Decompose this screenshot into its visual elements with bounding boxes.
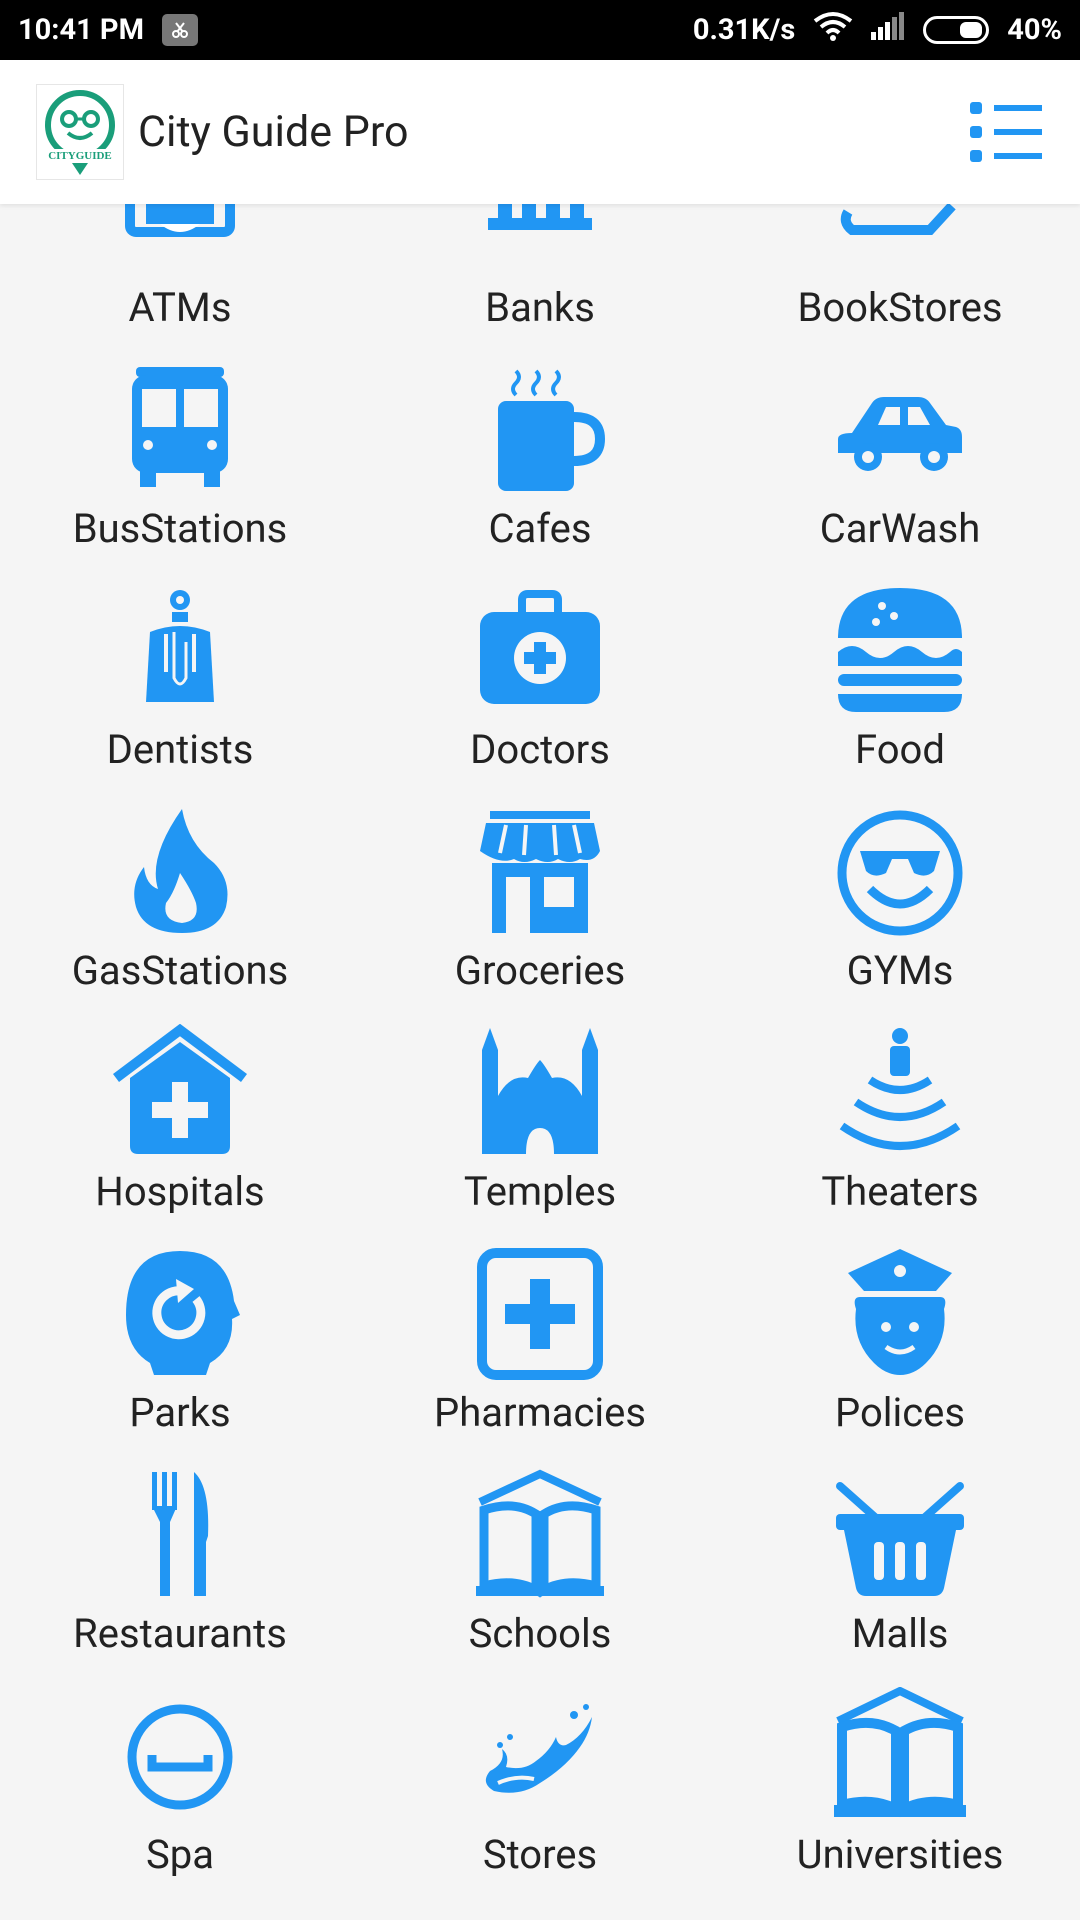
category-label: Theaters [821, 1168, 979, 1215]
signal-icon [871, 12, 905, 48]
bus-icon [132, 367, 228, 487]
category-hospitals[interactable]: Hospitals [0, 1024, 360, 1245]
app-logo: CITYGUIDE [36, 84, 124, 180]
medkit-icon [480, 590, 600, 704]
status-bar: 10:41 PM 0.31K/s 40% [0, 0, 1080, 60]
category-label: Cafes [488, 505, 592, 552]
coffee-icon [498, 369, 606, 491]
category-label: Banks [485, 284, 595, 331]
books-icon [840, 204, 956, 235]
category-gasstations[interactable]: GasStations [0, 803, 360, 1024]
category-gyms[interactable]: GYMs [720, 803, 1080, 1024]
list-menu-button[interactable] [968, 100, 1044, 164]
category-label: Hospitals [95, 1168, 265, 1215]
category-theaters[interactable]: Theaters [720, 1024, 1080, 1245]
category-label: ATMs [128, 284, 232, 331]
spa-icon [127, 1704, 233, 1810]
category-label: Universities [796, 1831, 1004, 1878]
category-label: Restaurants [73, 1610, 287, 1657]
category-parks[interactable]: Parks [0, 1245, 360, 1466]
category-label: BookStores [797, 284, 1003, 331]
svg-text:CITYGUIDE: CITYGUIDE [48, 150, 112, 162]
store-icon [480, 811, 600, 933]
category-dentists[interactable]: Dentists [0, 582, 360, 803]
category-label: Spa [146, 1831, 214, 1878]
battery-icon [923, 16, 990, 44]
category-label: Temples [463, 1168, 617, 1215]
mosque-icon [482, 1028, 598, 1154]
category-label: Schools [468, 1610, 612, 1657]
category-banks[interactable]: Banks [360, 204, 720, 361]
category-grid: ATMs Banks BookStores BusStations Cafes … [0, 204, 1080, 1920]
category-label: Parks [129, 1389, 231, 1436]
category-stores[interactable]: Stores [360, 1687, 720, 1908]
hospital-icon [113, 1024, 247, 1154]
wifi-icon [813, 11, 853, 49]
atm-icon [125, 204, 235, 237]
theater-icon [839, 1028, 961, 1150]
category-temples[interactable]: Temples [360, 1024, 720, 1245]
car-icon [838, 397, 962, 471]
book-house-icon [834, 1687, 966, 1818]
category-spa[interactable]: Spa [0, 1687, 360, 1908]
category-label: Doctors [470, 726, 610, 773]
police-icon [848, 1249, 952, 1375]
app-bar: CITYGUIDE City Guide Pro [0, 60, 1080, 204]
book-open-icon [476, 1469, 604, 1598]
category-pharmacies[interactable]: Pharmacies [360, 1245, 720, 1466]
notification-icon [162, 14, 199, 46]
category-restaurants[interactable]: Restaurants [0, 1466, 360, 1687]
category-label: Groceries [454, 947, 626, 994]
doctor-person-icon [146, 590, 214, 702]
category-label: Pharmacies [434, 1389, 646, 1436]
category-label: GYMs [846, 947, 954, 994]
category-schools[interactable]: Schools [360, 1466, 720, 1687]
category-carwash[interactable]: CarWash [720, 361, 1080, 582]
fork-knife-icon [152, 1472, 209, 1596]
network-speed: 0.31K/s [692, 13, 796, 47]
category-food[interactable]: Food [720, 582, 1080, 803]
sunglasses-smiley-icon [837, 810, 963, 936]
fire-icon [134, 809, 228, 933]
app-title: City Guide Pro [138, 107, 409, 157]
category-label: Polices [834, 1389, 966, 1436]
category-busstations[interactable]: BusStations [0, 361, 360, 582]
category-label: CarWash [819, 505, 981, 552]
battery-level: 40% [1007, 13, 1062, 47]
head-refresh-icon [126, 1251, 240, 1375]
status-time: 10:41 PM [18, 13, 145, 47]
bank-icon [488, 204, 592, 230]
category-groceries[interactable]: Groceries [360, 803, 720, 1024]
category-bookstores[interactable]: BookStores [720, 204, 1080, 361]
category-polices[interactable]: Polices [720, 1245, 1080, 1466]
category-doctors[interactable]: Doctors [360, 582, 720, 803]
list-menu-icon [970, 102, 1042, 162]
category-universities[interactable]: Universities [720, 1687, 1080, 1908]
category-label: GasStations [71, 947, 289, 994]
category-atms[interactable]: ATMs [0, 204, 360, 361]
category-label: Malls [851, 1610, 949, 1657]
category-label: Dentists [106, 726, 254, 773]
category-label: BusStations [72, 505, 288, 552]
pharmacy-icon [477, 1248, 603, 1380]
category-label: Stores [482, 1831, 598, 1878]
burger-icon [838, 588, 962, 712]
category-label: Food [855, 726, 945, 773]
splash-icon [485, 1704, 592, 1793]
basket-icon [836, 1482, 964, 1596]
category-cafes[interactable]: Cafes [360, 361, 720, 582]
category-malls[interactable]: Malls [720, 1466, 1080, 1687]
